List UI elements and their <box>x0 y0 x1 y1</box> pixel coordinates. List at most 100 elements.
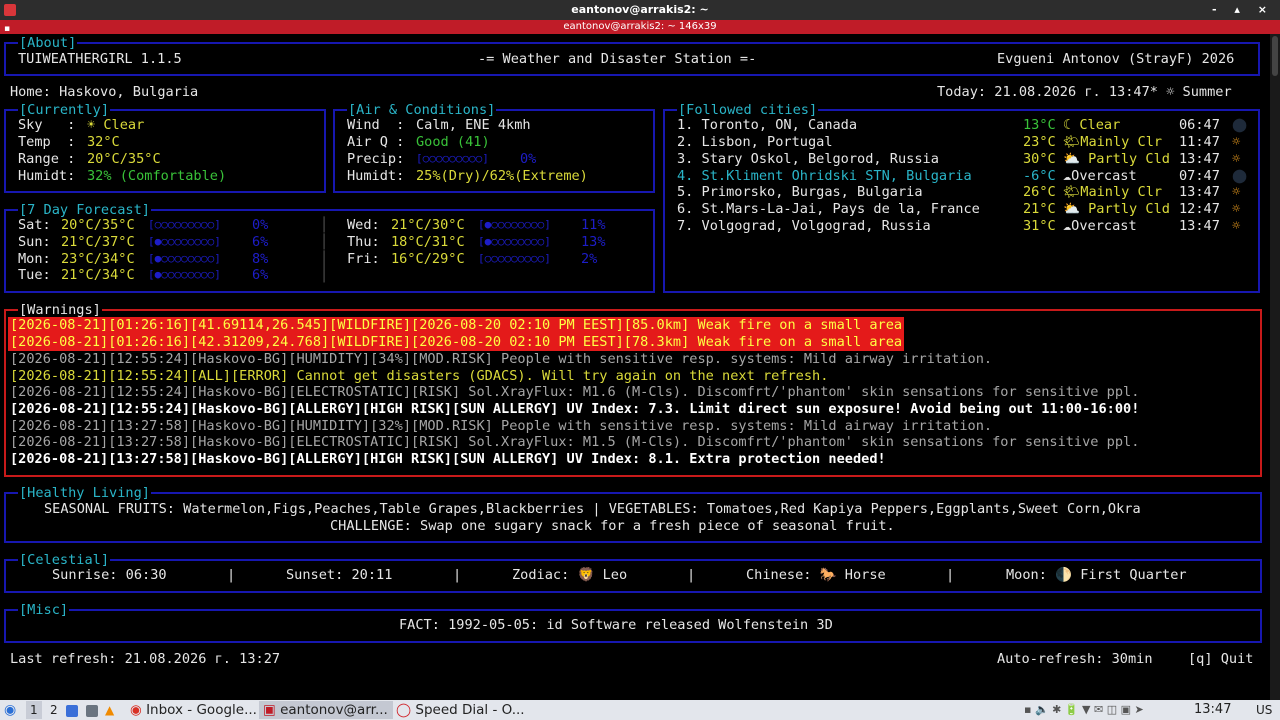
forecast-range: 21°C/30°C <box>391 217 465 233</box>
system-tray-icons[interactable]: ▪ 🔈 ✱ 🔋 ▼ ✉ ◫ ▣ ➤ <box>1024 700 1144 720</box>
air-humid-label: Humidt: <box>347 168 405 184</box>
terminal-area: [About] TUIWEATHERGIRL 1.1.5 -= Weather … <box>0 34 1270 700</box>
warning-line: [2026-08-21][12:55:24][Haskovo-BG][ELECT… <box>10 384 1140 400</box>
range-value: 20°C/35°C <box>87 151 161 167</box>
forecast-range: 23°C/34°C <box>61 251 135 267</box>
city-temp: 13°C <box>1023 117 1056 133</box>
celestial-separator: | <box>227 567 236 583</box>
forecast-precip-bar: [●○○○○○○○○] <box>148 235 221 248</box>
forecast-day: Tue: <box>18 267 51 283</box>
warning-line-high-risk: [2026-08-21][12:55:24][Haskovo-BG][ALLER… <box>10 401 1140 417</box>
forecast-divider: │ <box>320 267 329 283</box>
sunset-time: Sunset: 20:11 <box>286 567 393 583</box>
window-titlebar: eantonov@arrakis2: ~ - ▴ × <box>0 0 1280 20</box>
forecast-precip-pct: 13% <box>581 234 606 250</box>
city-name[interactable]: 1. Toronto, ON, Canada <box>677 117 857 134</box>
city-name[interactable]: 2. Lisbon, Portugal <box>677 134 833 151</box>
forecast-range: 18°C/31°C <box>391 234 465 250</box>
window-title: eantonov@arrakis2: ~ <box>571 3 709 16</box>
forecast-range: 20°C/35°C <box>61 217 135 233</box>
celestial-label: [Celestial] <box>18 552 111 568</box>
forecast-day: Sun: <box>18 234 51 250</box>
city-temp: -6°C <box>1023 168 1056 184</box>
keyboard-layout[interactable]: US <box>1256 700 1272 720</box>
scrollbar-thumb[interactable] <box>1272 36 1278 76</box>
app-name: TUIWEATHERGIRL 1.1.5 <box>18 51 182 67</box>
city-name[interactable]: 7. Volgograd, Volgograd, Russia <box>677 218 931 235</box>
city-name[interactable]: 6. St.Mars-La-Jai, Pays de la, France <box>677 201 980 218</box>
city-time: 12:47 <box>1179 201 1220 217</box>
temp-value: 32°C <box>87 134 120 150</box>
terminal-tab[interactable]: ▪ eantonov@arrakis2: ~ 146x39 <box>0 20 1280 34</box>
task-label: eantonov@arr... <box>280 702 388 718</box>
forecast-precip-bar: [●○○○○○○○○] <box>478 218 551 231</box>
start-menu-icon[interactable]: ◉ <box>4 700 16 720</box>
wind-value: Calm, ENE 4kmh <box>416 117 531 133</box>
city-condition: 🌤Mainly Clr <box>1063 134 1163 150</box>
warning-line-error: [2026-08-21][12:55:24][ALL][ERROR] Canno… <box>10 368 829 384</box>
forecast-day: Mon: <box>18 251 51 267</box>
sunrise-time: Sunrise: 06:30 <box>52 567 167 583</box>
app-author: Evgueni Antonov (StrayF) 2026 <box>997 51 1235 67</box>
task-opera[interactable]: ◯ Speed Dial - O... <box>392 701 526 719</box>
show-desktop-icon[interactable] <box>66 700 78 720</box>
file-manager-icon[interactable] <box>86 700 98 720</box>
forecast-precip-pct: 6% <box>252 267 269 283</box>
moon-phase: Moon: 🌓 First Quarter <box>1006 567 1187 583</box>
terminal-app-icon <box>4 4 16 16</box>
warning-line: [2026-08-21][13:27:58][Haskovo-BG][HUMID… <box>10 418 993 434</box>
city-temp: 23°C <box>1023 134 1056 150</box>
celestial-separator: | <box>946 567 955 583</box>
vlc-icon[interactable]: ▲ <box>105 700 114 720</box>
forecast-precip-bar: [●○○○○○○○○] <box>478 235 551 248</box>
sun-icon: ☼ <box>1232 201 1241 217</box>
city-time: 13:47 <box>1179 151 1220 167</box>
forecast-precip-pct: 8% <box>252 251 269 267</box>
task-terminal[interactable]: ▣ eantonov@arr... <box>259 701 393 719</box>
forecast-precip-bar: [○○○○○○○○○] <box>478 252 551 265</box>
app-subtitle: -= Weather and Disaster Station =- <box>478 51 757 67</box>
forecast-precip-pct: 6% <box>252 234 269 250</box>
sun-icon: ☼ <box>1232 134 1241 150</box>
city-condition: ⛅ Partly Cld <box>1063 201 1170 217</box>
precip-bar: [○○○○○○○○○] <box>416 152 489 165</box>
humid-value: 32% (Comfortable) <box>87 168 227 184</box>
night-icon: ⬤ <box>1232 117 1248 133</box>
workspace-2[interactable]: 2 <box>50 700 58 720</box>
chrome-icon: ◉ <box>130 702 142 718</box>
forecast-range: 21°C/37°C <box>61 234 135 250</box>
city-condition: ☁Overcast <box>1063 168 1137 184</box>
celestial-separator: | <box>687 567 696 583</box>
misc-label: [Misc] <box>18 602 70 618</box>
today-date: Today: 21.08.2026 г. 13:47* ☼ Summer <box>937 84 1232 100</box>
zodiac-sign: Zodiac: 🦁 Leo <box>512 567 628 583</box>
forecast-precip-bar: [●○○○○○○○○] <box>148 252 221 265</box>
workspace-1[interactable]: 1 <box>26 701 42 719</box>
task-label: Speed Dial - O... <box>415 702 525 718</box>
home-location: Home: Haskovo, Bulgaria <box>10 84 199 100</box>
warning-line-wildfire: [2026-08-21][01:26:16][41.69114,26.545][… <box>8 317 905 334</box>
forecast-precip-pct: 2% <box>581 251 598 267</box>
city-name[interactable]: 5. Primorsko, Burgas, Bulgaria <box>677 184 923 201</box>
wind-label: Wind : <box>347 117 405 133</box>
city-temp: 31°C <box>1023 218 1056 234</box>
night-icon: ⬤ <box>1232 168 1248 184</box>
task-chrome-inbox[interactable]: ◉ Inbox - Google... <box>126 701 260 719</box>
task-label: Inbox - Google... <box>146 702 257 718</box>
sun-icon: ☼ <box>1232 151 1241 167</box>
city-time: 11:47 <box>1179 134 1220 150</box>
terminal-scrollbar[interactable] <box>1270 34 1280 700</box>
quit-hint[interactable]: [q] Quit <box>1188 651 1253 668</box>
forecast-range: 21°C/34°C <box>61 267 135 283</box>
opera-icon: ◯ <box>396 702 412 718</box>
forecast-day: Thu: <box>347 234 380 250</box>
clock[interactable]: 13:47 <box>1194 700 1231 720</box>
forecast-precip-pct: 11% <box>581 217 606 233</box>
healthy-living-label: [Healthy Living] <box>18 485 151 501</box>
warning-line: [2026-08-21][12:55:24][Haskovo-BG][HUMID… <box>10 351 993 367</box>
seasonal-produce: SEASONAL FRUITS: Watermelon,Figs,Peaches… <box>44 501 1141 517</box>
city-name[interactable]: 3. Stary Oskol, Belgorod, Russia <box>677 151 939 168</box>
celestial-separator: | <box>453 567 462 583</box>
window-controls[interactable]: - ▴ × <box>1212 0 1274 20</box>
city-name[interactable]: 4. St.Kliment Ohridski STN, Bulgaria <box>677 168 972 185</box>
